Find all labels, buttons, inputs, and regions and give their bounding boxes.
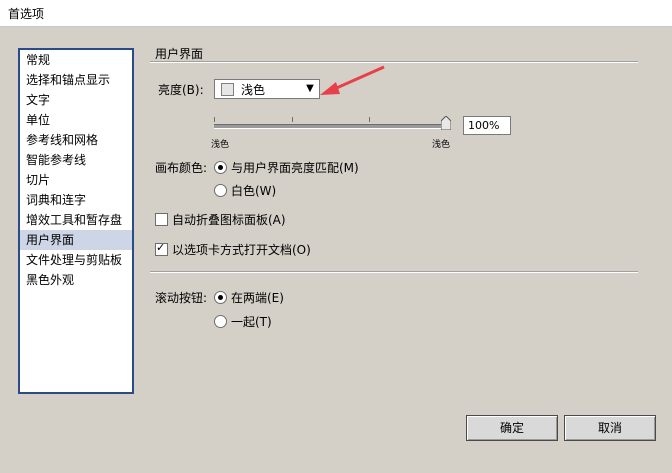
canvas-color-white-radio[interactable]	[214, 184, 227, 197]
sidebar-item-selection-anchor[interactable]: 选择和锚点显示	[20, 70, 132, 90]
annotation-arrow-icon	[320, 65, 385, 95]
sidebar-item-units[interactable]: 单位	[20, 110, 132, 130]
canvas-color-match-label: 与用户界面亮度匹配(M)	[231, 161, 359, 175]
sidebar-item-file-clipboard[interactable]: 文件处理与剪贴板	[20, 250, 132, 270]
brightness-slider[interactable]	[214, 124, 446, 129]
scroll-together-label: 一起(T)	[231, 315, 272, 329]
ok-button[interactable]: 确定	[466, 415, 558, 441]
chevron-down-icon: ▼	[306, 83, 314, 94]
color-swatch	[221, 83, 234, 96]
sidebar-item-user-interface[interactable]: 用户界面	[20, 230, 132, 250]
sidebar-item-general[interactable]: 常规	[20, 50, 132, 70]
window-title: 首选项	[8, 7, 45, 21]
sidebar-item-smart-guides[interactable]: 智能参考线	[20, 150, 132, 170]
scroll-buttons-label: 滚动按钮:	[155, 291, 208, 305]
sidebar-item-plugins-scratch[interactable]: 增效工具和暂存盘	[20, 210, 132, 230]
sidebar-item-type[interactable]: 文字	[20, 90, 132, 110]
cancel-button[interactable]: 取消	[564, 415, 656, 441]
scroll-together-radio[interactable]	[214, 315, 227, 328]
auto-collapse-label: 自动折叠图标面板(A)	[172, 213, 286, 227]
auto-collapse-checkbox[interactable]	[155, 213, 168, 226]
scroll-both-ends-label: 在两端(E)	[231, 291, 284, 305]
section-divider-bottom	[150, 271, 638, 273]
open-as-tabs-label: 以选项卡方式打开文档(O)	[172, 243, 311, 257]
sidebar-item-hyphenation[interactable]: 词典和连字	[20, 190, 132, 210]
sidebar-item-guides-grid[interactable]: 参考线和网格	[20, 130, 132, 150]
slider-min-label: 浅色	[211, 140, 230, 150]
brightness-percent-field[interactable]: 100%	[463, 116, 511, 135]
slider-max-label: 浅色	[432, 140, 451, 150]
slider-tick	[292, 117, 293, 122]
slider-tick	[214, 117, 215, 122]
canvas-color-label: 画布颜色:	[155, 161, 208, 175]
brightness-dropdown[interactable]: 浅色 ▼	[214, 79, 320, 99]
slider-tick	[369, 117, 370, 122]
sidebar-item-slices[interactable]: 切片	[20, 170, 132, 190]
title-bar: 首选项	[0, 0, 672, 27]
canvas-color-white-label: 白色(W)	[231, 184, 277, 198]
brightness-value: 浅色	[241, 83, 266, 97]
scroll-both-ends-radio[interactable]	[214, 291, 227, 304]
section-divider-top	[150, 61, 638, 63]
section-title: 用户界面	[155, 47, 204, 61]
sidebar: 常规 选择和锚点显示 文字 单位 参考线和网格 智能参考线 切片 词典和连字 增…	[18, 48, 134, 394]
brightness-label: 亮度(B):	[158, 83, 204, 97]
open-as-tabs-checkbox[interactable]	[155, 241, 168, 256]
canvas-color-match-radio[interactable]	[214, 161, 227, 174]
sidebar-item-black-appearance[interactable]: 黑色外观	[20, 270, 132, 290]
slider-thumb[interactable]	[441, 116, 451, 130]
